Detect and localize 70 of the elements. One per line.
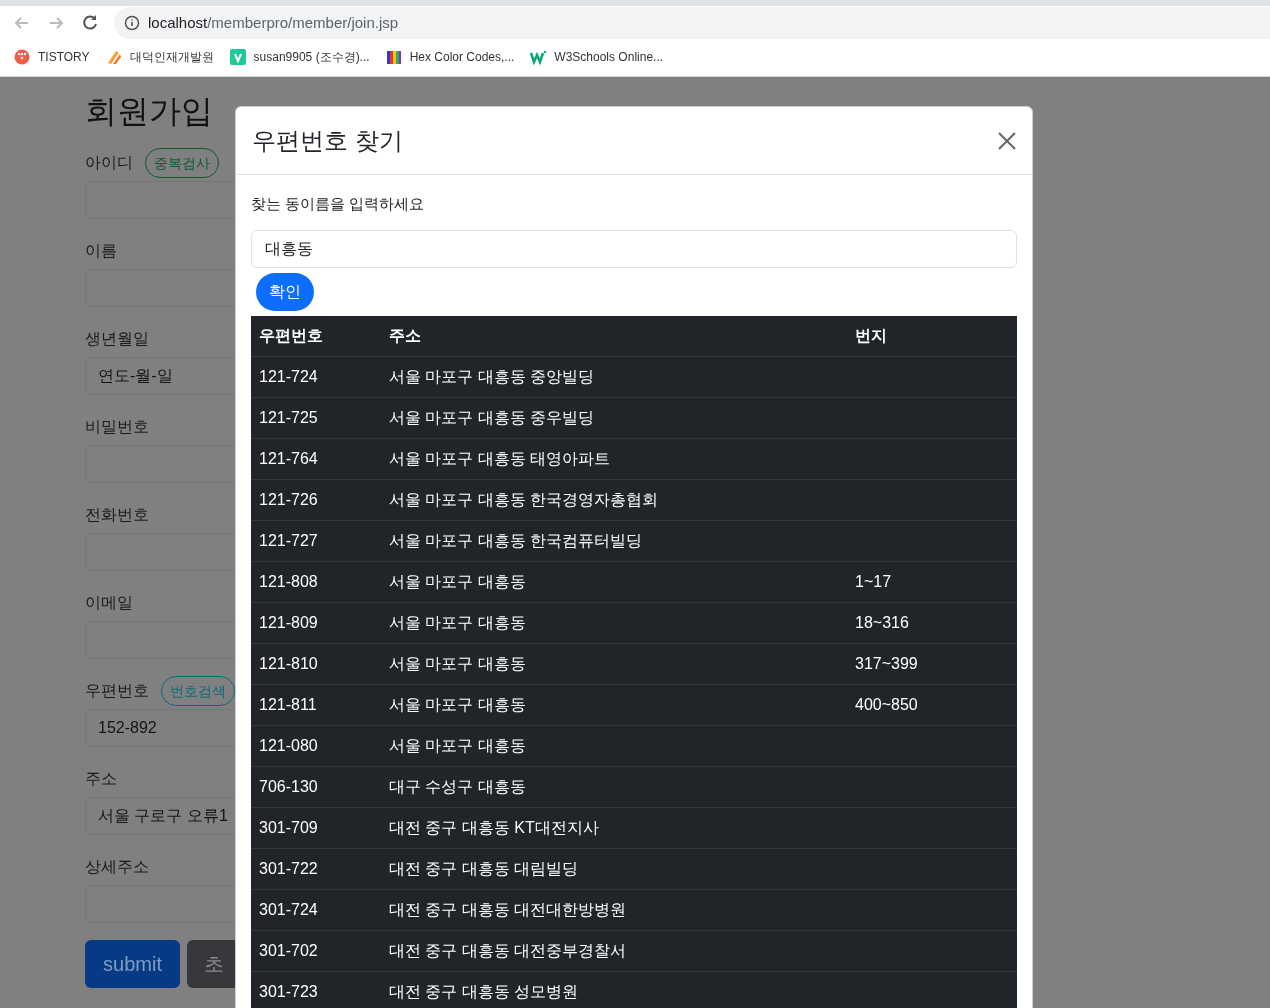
table-cell: 서울 마포구 대흥동 태영아파트 bbox=[389, 449, 611, 467]
bookmark-link[interactable]: W3Schools Online... bbox=[554, 48, 664, 66]
bookmark-icon bbox=[530, 49, 547, 65]
table-cell: 대전 중구 대흥동 대전대한방병원 bbox=[389, 900, 627, 918]
bookmark-link[interactable]: susan9905 (조수경)... bbox=[253, 48, 370, 66]
table-cell: 121-764 bbox=[259, 449, 318, 467]
table-cell: 121-725 bbox=[259, 408, 318, 426]
submit-button[interactable]: submit bbox=[85, 940, 180, 988]
table-cell: 서울 마포구 대흥동 중앙빌딩 bbox=[389, 367, 595, 385]
field-label: 생년월일 bbox=[85, 329, 149, 349]
confirm-button[interactable]: 확인 bbox=[256, 273, 314, 311]
table-cell: 121-810 bbox=[259, 654, 318, 672]
bookmark-icon bbox=[105, 49, 122, 65]
table-cell: 대전 중구 대흥동 대전중부경찰서 bbox=[389, 941, 627, 959]
prompt-text: 찾는 동이름을 입력하세요 bbox=[251, 194, 426, 214]
table-cell: 대전 중구 대흥동 대림빌딩 bbox=[389, 859, 579, 877]
bookmark-icon bbox=[14, 49, 30, 65]
table-cell: 대구 수성구 대흥동 bbox=[389, 777, 526, 795]
info-icon[interactable] bbox=[124, 15, 140, 31]
field-label: 전화번호 bbox=[85, 505, 149, 525]
table-cell: 301-709 bbox=[259, 818, 318, 836]
table-cell: 서울 마포구 대흥동 bbox=[389, 654, 526, 672]
table-cell: 서울 마포구 대흥동 중우빌딩 bbox=[389, 408, 595, 426]
table-cell: 121-808 bbox=[259, 572, 318, 590]
table-cell: 301-724 bbox=[259, 900, 318, 918]
field-label: 이메일 bbox=[85, 593, 133, 613]
table-cell: 1~17 bbox=[855, 572, 892, 590]
page-title: 회원가입 bbox=[85, 92, 214, 131]
reload-icon[interactable] bbox=[80, 13, 100, 33]
bookmark-icon bbox=[385, 49, 402, 65]
field-label: 주소 bbox=[85, 769, 117, 789]
table-cell: 서울 마포구 대흥동 bbox=[389, 736, 526, 754]
table-cell: 서울 마포구 대흥동 한국컴퓨터빌딩 bbox=[389, 531, 643, 549]
field-label: 상세주소 bbox=[85, 857, 149, 877]
table-cell: 서울 마포구 대흥동 bbox=[389, 613, 526, 631]
table-cell: 대전 중구 대흥동 성모병원 bbox=[389, 982, 579, 1000]
address-bar[interactable]: localhost/memberpro/member/join.jsp bbox=[114, 7, 1270, 39]
table-cell: 301-722 bbox=[259, 859, 318, 877]
table-cell: 121-811 bbox=[259, 695, 317, 713]
table-cell: 301-702 bbox=[259, 941, 318, 959]
table-cell: 서울 마포구 대흥동 bbox=[389, 572, 526, 590]
table-cell: 121-809 bbox=[259, 613, 318, 631]
table-cell: 121-726 bbox=[259, 490, 318, 508]
table-cell: 121-724 bbox=[259, 367, 318, 385]
column-header: 우편번호 bbox=[251, 316, 381, 356]
table-cell: 대전 중구 대흥동 KT대전지사 bbox=[389, 818, 599, 836]
close-icon[interactable] bbox=[998, 131, 1016, 150]
table-cell: 301-723 bbox=[259, 982, 318, 1000]
bookmark-link[interactable]: TISTORY bbox=[38, 48, 90, 66]
bookmark-link[interactable]: 대덕인재개발원 bbox=[129, 48, 214, 66]
table-cell: 121-727 bbox=[259, 531, 318, 549]
field-label: 비밀번호 bbox=[85, 417, 149, 437]
modal-title: 우편번호 찾기 bbox=[252, 125, 403, 156]
table-cell: 서울 마포구 대흥동 bbox=[389, 695, 526, 713]
bookmark-icon bbox=[229, 49, 246, 65]
field-label: 이름 bbox=[85, 241, 117, 261]
column-header: 주소 bbox=[381, 316, 847, 356]
field-label: 우편번호 bbox=[85, 681, 149, 701]
table-cell: 317~399 bbox=[855, 654, 918, 672]
column-header: 번지 bbox=[847, 316, 1017, 356]
url-text: localhost/memberpro/member/join.jsp bbox=[148, 12, 399, 33]
reset-button[interactable]: 초 bbox=[187, 940, 235, 988]
bookmark-link[interactable]: Hex Color Codes,... bbox=[409, 48, 515, 66]
field-label: 아이디 bbox=[85, 153, 133, 173]
table-cell: 서울 마포구 대흥동 한국경영자총협회 bbox=[389, 490, 659, 508]
table-cell: 121-080 bbox=[259, 736, 318, 754]
table-cell: 18~316 bbox=[855, 613, 909, 631]
table-cell: 706-130 bbox=[259, 777, 318, 795]
search-field[interactable]: 대흥동 bbox=[251, 230, 1017, 268]
table-cell: 400~850 bbox=[855, 695, 918, 713]
